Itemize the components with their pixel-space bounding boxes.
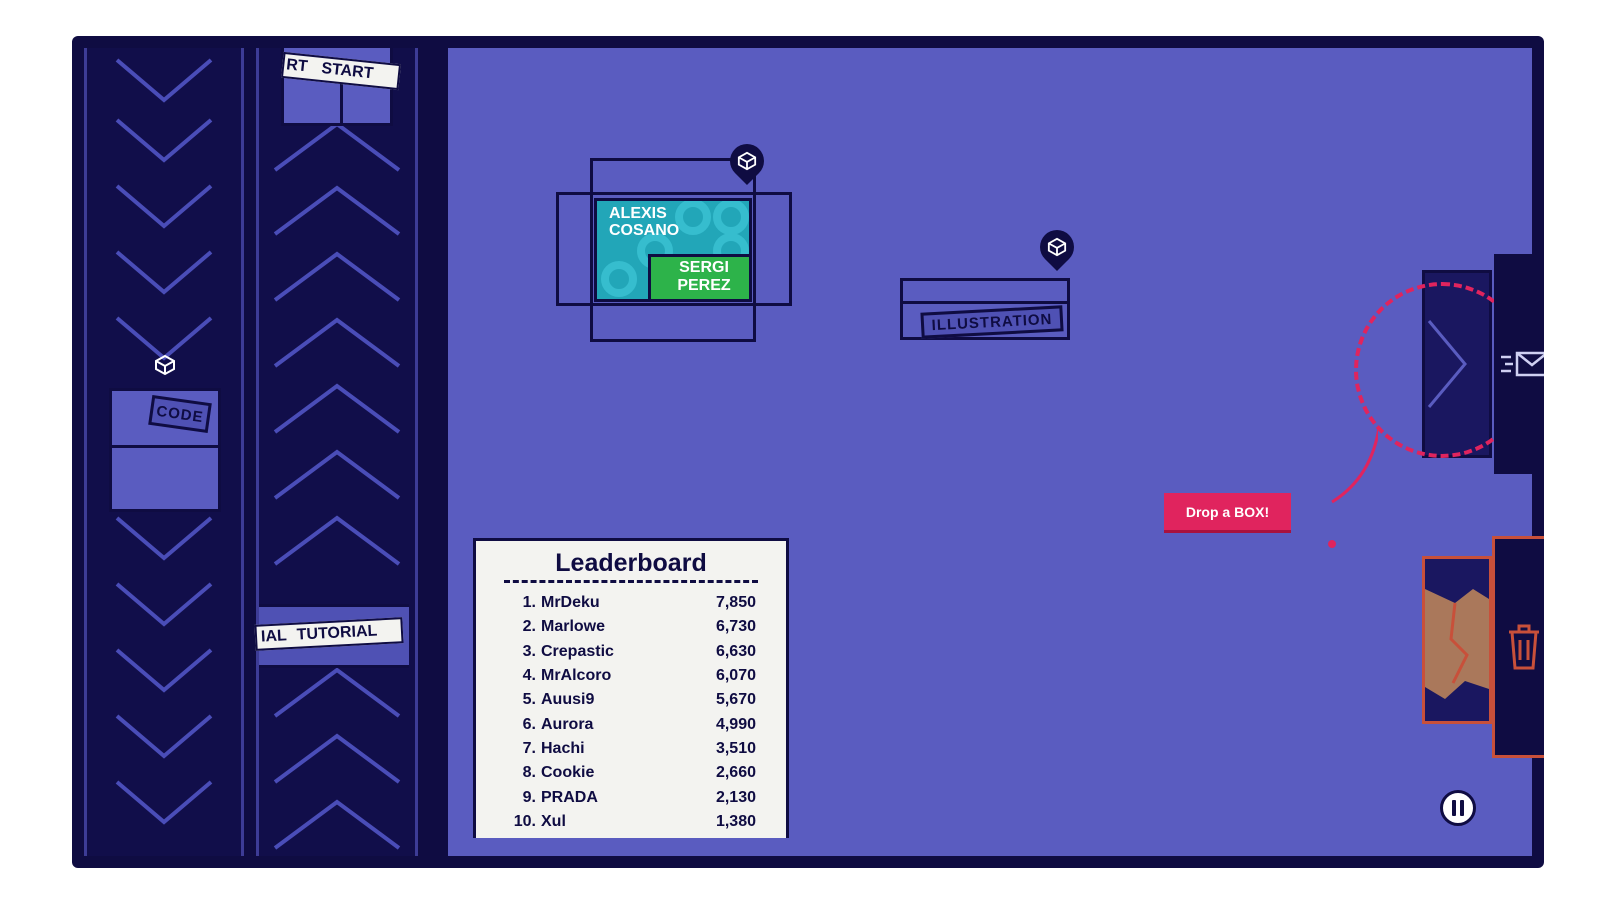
start-box[interactable]: RT START xyxy=(280,48,402,126)
trash-icon xyxy=(1509,624,1539,670)
leaderboard-name: Crepastic xyxy=(541,642,614,660)
leaderboard: Leaderboard 1. MrDeku 7,850 2. Marlowe 6,730 3… xyxy=(473,538,789,838)
tutorial-box[interactable]: IAL TUTORIAL xyxy=(254,604,409,668)
leaderboard-score: 5,670 xyxy=(715,691,756,709)
leaderboard-rank: 10. xyxy=(513,812,536,830)
code-box[interactable]: CODE xyxy=(109,388,221,512)
pause-button[interactable] xyxy=(1440,790,1476,826)
box-pin-icon-2 xyxy=(1032,222,1082,272)
leaderboard-row: 6. Aurora 4,990 xyxy=(476,712,786,736)
leaderboard-row: 1. MrDeku 7,850 xyxy=(476,591,786,615)
game-frame: CODE RT START IAL TUTORIAL ALEXIS COSANO… xyxy=(72,36,1544,868)
leaderboard-rank: 5. xyxy=(522,691,536,709)
leaderboard-rows: 1. MrDeku 7,850 2. Marlowe 6,730 3. Crepastic 6,… xyxy=(476,591,786,834)
leaderboard-rank: 7. xyxy=(522,739,536,757)
leaderboard-name: Marlowe xyxy=(541,618,606,636)
leaderboard-row: 4. MrAlcoro 6,070 xyxy=(476,664,786,688)
leaderboard-score: 6,070 xyxy=(715,667,756,685)
leaderboard-name: MrAlcoro xyxy=(541,667,612,685)
leaderboard-row: 3. Crepastic 6,630 xyxy=(476,640,786,664)
leaderboard-score: 4,990 xyxy=(715,715,756,733)
illustration-box[interactable]: ILLUSTRATION xyxy=(900,278,1070,340)
leaderboard-name: MrDeku xyxy=(541,594,600,612)
leaderboard-divider xyxy=(504,580,758,583)
divider xyxy=(418,48,448,856)
name-sergi: SERGI PEREZ xyxy=(677,259,731,294)
leaderboard-rank: 4. xyxy=(522,667,536,685)
leaderboard-rank: 6. xyxy=(522,715,536,733)
leaderboard-rank: 9. xyxy=(522,788,536,806)
illustration-label: ILLUSTRATION xyxy=(920,305,1064,339)
leaderboard-row: 8. Cookie 2,660 xyxy=(476,761,786,785)
leaderboard-rank: 8. xyxy=(522,764,536,782)
trash-bin-box xyxy=(1422,556,1492,724)
leaderboard-score: 2,660 xyxy=(715,764,756,782)
mail-slot[interactable] xyxy=(1494,254,1544,474)
leaderboard-rank: 3. xyxy=(522,642,536,660)
leaderboard-score: 1,380 xyxy=(715,812,756,830)
code-box-label: CODE xyxy=(148,394,212,434)
name-alexis: ALEXIS COSANO xyxy=(609,205,680,239)
names-box[interactable]: ALEXIS COSANO SERGI PEREZ xyxy=(556,158,792,342)
conveyor-down: CODE xyxy=(84,48,244,856)
tutorial-label: TUTORIAL xyxy=(296,622,378,644)
leaderboard-name: Auusi9 xyxy=(541,691,595,709)
trash-slot[interactable] xyxy=(1492,536,1544,758)
drop-box-tooltip: Drop a BOX! xyxy=(1164,493,1291,533)
start-label-partial: RT xyxy=(285,56,309,76)
leaderboard-row: 9. PRADA 2,130 xyxy=(476,785,786,809)
leaderboard-score: 7,850 xyxy=(715,594,756,612)
leaderboard-name: Aurora xyxy=(541,715,594,733)
torn-paper xyxy=(1425,589,1489,699)
leaderboard-score: 6,730 xyxy=(715,618,756,636)
leaderboard-name: Xul xyxy=(541,812,566,830)
leaderboard-rank: 1. xyxy=(522,594,536,612)
conveyor-up: RT START IAL TUTORIAL xyxy=(254,48,418,856)
leaderboard-row: 2. Marlowe 6,730 xyxy=(476,615,786,639)
tutorial-box-label: IAL TUTORIAL xyxy=(254,617,404,651)
leaderboard-title: Leaderboard xyxy=(555,549,707,577)
pause-icon xyxy=(1452,800,1464,816)
leaderboard-score: 3,510 xyxy=(715,739,756,757)
leaderboard-row: 5. Auusi9 5,670 xyxy=(476,688,786,712)
tooltip-connector xyxy=(1328,423,1378,548)
mail-icon xyxy=(1501,351,1544,377)
leaderboard-rank: 2. xyxy=(522,618,536,636)
leaderboard-name: Hachi xyxy=(541,739,585,757)
leaderboard-name: Cookie xyxy=(541,764,595,782)
name-sergi-card: SERGI PEREZ xyxy=(648,254,752,302)
tutorial-label-partial: IAL xyxy=(260,627,288,646)
leaderboard-score: 2,130 xyxy=(715,788,756,806)
conveyor-box-icon xyxy=(154,354,176,380)
leaderboard-score: 6,630 xyxy=(715,642,756,660)
conveyor-chevrons-up xyxy=(273,121,401,850)
leaderboard-name: PRADA xyxy=(541,788,598,806)
leaderboard-row: 10. Xul 1,380 xyxy=(476,810,786,834)
leaderboard-row: 7. Hachi 3,510 xyxy=(476,737,786,761)
start-label: START xyxy=(320,59,375,83)
